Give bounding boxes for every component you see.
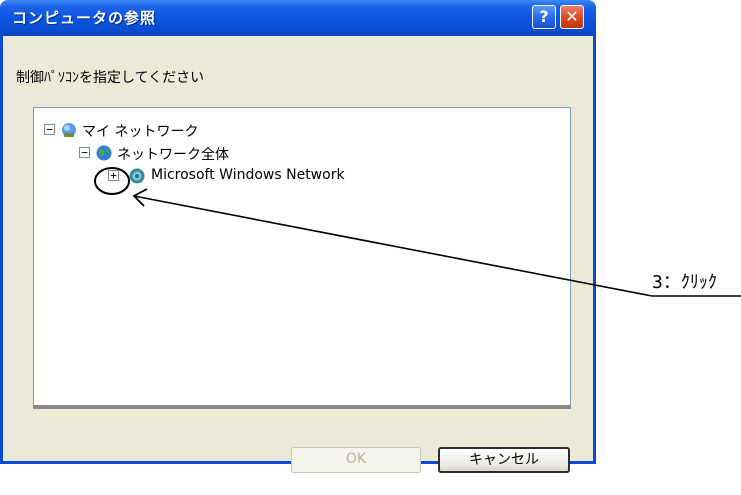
- highlight-circle: [94, 167, 130, 195]
- callout-label: 3：ｸﾘｯｸ: [652, 272, 717, 293]
- screenshot-stage: コンピュータの参照 ? ✕ 制御ﾊﾟｿｺﾝを指定してください − マイ ネットワ…: [0, 0, 741, 495]
- callout-arrow-line: [133, 195, 653, 297]
- annotation-overlay: [94, 167, 741, 297]
